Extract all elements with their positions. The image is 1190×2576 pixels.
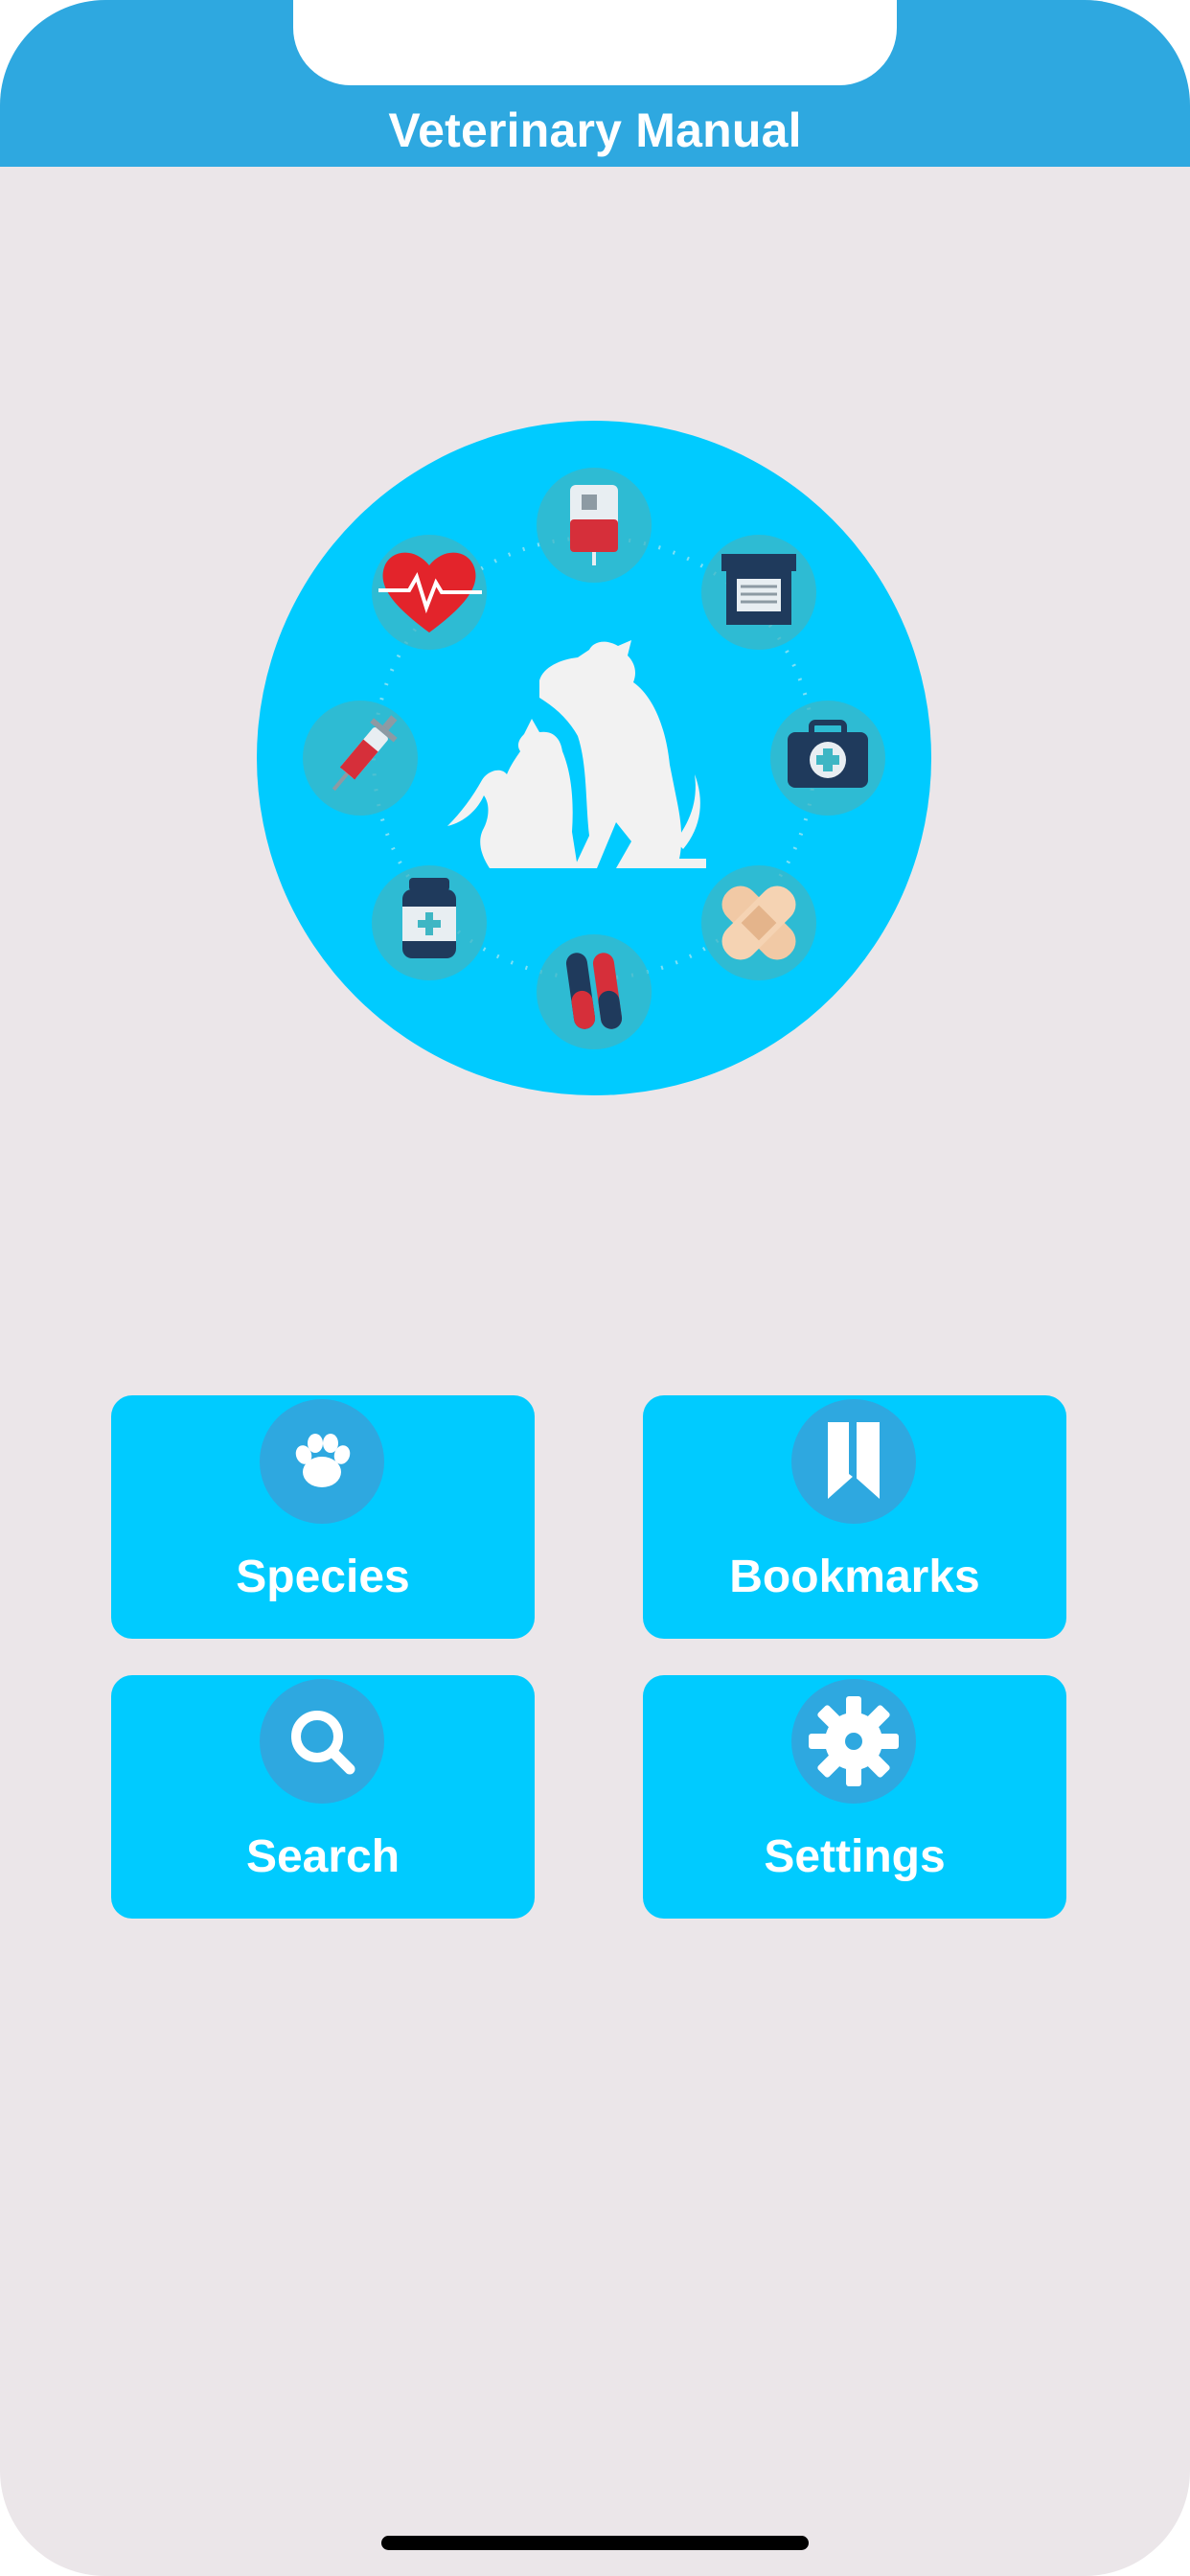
page-title: Veterinary Manual (388, 104, 802, 157)
home-indicator[interactable] (381, 2536, 809, 2550)
blood-bag-icon (537, 468, 652, 583)
settings-button[interactable]: Settings (643, 1675, 1066, 1919)
first-aid-kit-icon (770, 701, 885, 816)
heart-rate-icon (372, 535, 487, 650)
paw-icon (260, 1399, 384, 1524)
gear-icon (791, 1679, 916, 1804)
search-icon (260, 1679, 384, 1804)
pills-icon (537, 934, 652, 1049)
app-screen: Veterinary Manual Species Bookmarks Sear… (0, 0, 1190, 2576)
veterinary-logo (257, 421, 931, 1095)
monitor-icon (701, 535, 816, 650)
species-button[interactable]: Species (111, 1395, 535, 1639)
search-button[interactable]: Search (111, 1675, 535, 1919)
navigation-bar: Veterinary Manual (0, 0, 1190, 167)
syringe-icon (303, 701, 418, 816)
device-notch (293, 0, 897, 85)
settings-label: Settings (764, 1831, 946, 1882)
medicine-jar-icon (372, 865, 487, 980)
species-label: Species (236, 1552, 410, 1602)
bookmarks-label: Bookmarks (729, 1552, 980, 1602)
bookmark-icon (791, 1399, 916, 1524)
bandage-icon (701, 865, 816, 980)
search-label: Search (245, 1831, 400, 1882)
bookmarks-button[interactable]: Bookmarks (643, 1395, 1066, 1639)
